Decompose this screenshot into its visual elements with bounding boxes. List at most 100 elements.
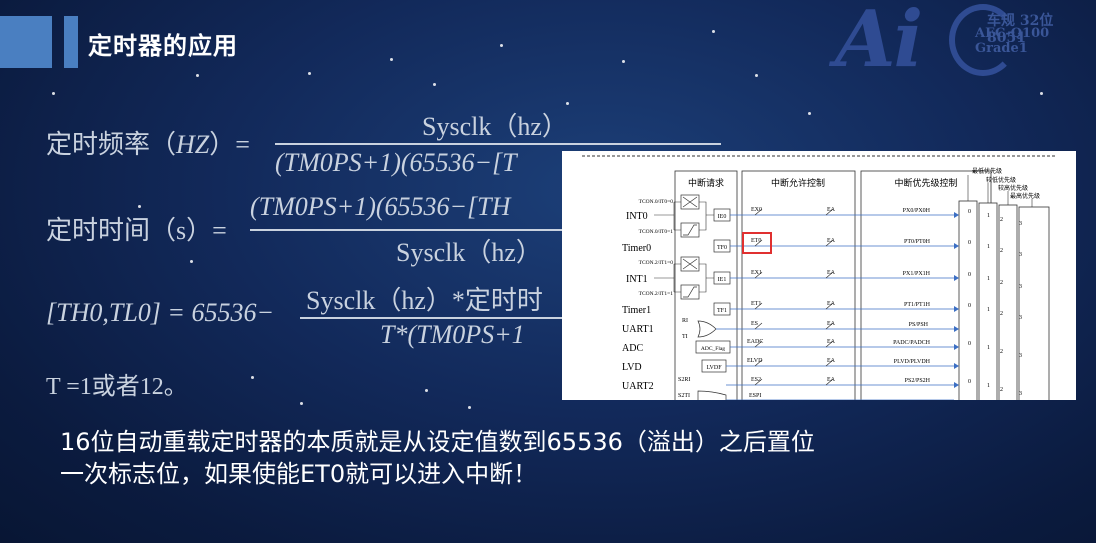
- formula-freq-var: HZ: [176, 130, 210, 159]
- level-num-3: 3: [1019, 284, 1022, 290]
- ea-label: EA: [827, 377, 836, 383]
- star: [300, 402, 303, 405]
- or-input-ti: TI: [682, 334, 688, 340]
- or-input-ri: RI: [682, 318, 688, 324]
- enable-labels: EX0 ET0 EX1 ET1 ES EADC ELVD ES2 ESPI: [747, 207, 763, 399]
- ea-labels: EA EA EA EA EA EA EA EA: [827, 207, 836, 383]
- arrow-icon: [954, 275, 959, 281]
- level-box-2: [998, 204, 1018, 400]
- summary-text: 16位自动重载定时器的本质就是从设定值数到65536（溢出）之后置位 一次标志位…: [60, 426, 980, 490]
- flag-adc: ADC_Flag: [701, 346, 725, 352]
- priority-bit-labels: PX0/PX0H PT0/PT0H PX1/PX1H PT1/PT1H PS/P…: [893, 208, 931, 384]
- level-num-2: 2: [1000, 248, 1003, 254]
- level-num-2: 2: [1000, 280, 1003, 286]
- level-box-1: [978, 202, 998, 400]
- level-num-1: 1: [987, 345, 990, 351]
- star: [190, 260, 193, 263]
- interrupt-structure-diagram: 中断请求 中断允许控制 中断优先级控制 最低优先级 较低优先级 较高优先级 最高…: [562, 151, 1076, 400]
- source-int1: INT1: [626, 274, 648, 285]
- tcon-label-it0-0: TCON.0/IT0=0: [639, 199, 674, 205]
- ea-label: EA: [827, 321, 836, 327]
- priority-arrows: [954, 212, 959, 388]
- enable-switches: [754, 208, 834, 386]
- interrupt-diagram-svg: 中断请求 中断允许控制 中断优先级控制 最低优先级 较低优先级 较高优先级 最高…: [582, 155, 1056, 400]
- arrow-icon: [954, 306, 959, 312]
- formula-freq-label: 定时频率（: [46, 130, 177, 159]
- level-num-0: 0: [968, 303, 971, 309]
- formula-reload-fraction-bar: [300, 317, 562, 319]
- star: [500, 44, 503, 47]
- brand-logo: Ai 车规 32位 8051 AEC-Q100 Grade1: [825, 0, 1096, 85]
- star: [433, 83, 436, 86]
- level-num-0: 0: [968, 379, 971, 385]
- tcon-label-it1-1: TCON.2/IT1=1: [639, 291, 674, 297]
- header-priority: 中断优先级控制: [894, 177, 957, 188]
- formula-freq-close: ）=: [209, 130, 250, 159]
- priority-plvd: PLVD/PLVDH: [894, 359, 931, 365]
- star: [622, 60, 625, 63]
- tcon-label-it0-1: TCON.0/IT0=1: [639, 229, 674, 235]
- level-num-1: 1: [987, 276, 990, 282]
- formula-time-numerator: (TM0PS+1)(65536−[TH: [250, 192, 511, 221]
- level-num-2: 2: [1000, 217, 1003, 223]
- star: [138, 205, 141, 208]
- ea-label: EA: [827, 301, 836, 307]
- arrow-icon: [954, 326, 959, 332]
- formula-time-fraction-bar: [250, 229, 562, 231]
- source-int0: INT0: [626, 211, 648, 222]
- level-num-3: 3: [1019, 315, 1022, 321]
- star: [425, 389, 428, 392]
- header-block-small: [64, 16, 78, 68]
- logo-line2: AEC-Q100 Grade1: [975, 26, 1050, 56]
- arrow-icon: [954, 212, 959, 218]
- priority-px1: PX1/PX1H: [903, 271, 931, 277]
- ea-label: EA: [827, 238, 836, 244]
- or-gate-uart2-icon: [697, 390, 727, 400]
- priority-ps2: PS2/PS2H: [905, 378, 931, 384]
- formula-reload-denominator: T*(TM0PS+1: [380, 320, 525, 349]
- logo-mark: Ai: [835, 0, 923, 85]
- or-input-s2ri: S2RI: [678, 377, 690, 383]
- flag-tf0: TF0: [717, 245, 727, 251]
- star: [196, 74, 199, 77]
- priority-label-highest: 最高优先级: [1010, 192, 1040, 200]
- priority-ps: PS/PSH: [909, 322, 929, 328]
- source-uart2: UART2: [622, 381, 654, 392]
- level-num-0: 0: [968, 341, 971, 347]
- priority-px0: PX0/PX0H: [903, 208, 931, 214]
- header-block-large: [0, 16, 52, 68]
- source-uart1: UART1: [622, 324, 654, 335]
- star: [566, 102, 569, 105]
- formula-time-label: 定时时间（s）=: [46, 216, 227, 245]
- star: [808, 112, 811, 115]
- arrow-icon: [954, 363, 959, 369]
- priority-pt0: PT0/PT0H: [904, 239, 931, 245]
- flag-lvd: LVDF: [706, 365, 722, 371]
- level-num-0: 0: [968, 209, 971, 215]
- priority-label-low: 较低优先级: [986, 176, 1016, 184]
- star: [712, 30, 715, 33]
- level-num-2: 2: [1000, 311, 1003, 317]
- level-num-3: 3: [1019, 353, 1022, 359]
- star: [52, 92, 55, 95]
- ea-label: EA: [827, 358, 836, 364]
- source-lvd: LVD: [622, 362, 642, 373]
- level-num-3: 3: [1019, 221, 1022, 227]
- summary-line-1: 16位自动重载定时器的本质就是从设定值数到65536（溢出）之后置位: [60, 428, 815, 456]
- enable-espi: ESPI: [749, 393, 761, 399]
- level-num-1: 1: [987, 213, 990, 219]
- formula-reload-lhs: [TH0,TL0] = 65536−: [46, 298, 274, 327]
- star: [755, 74, 758, 77]
- priority-label-lowest: 最低优先级: [972, 167, 1002, 175]
- flag-ie1: IE1: [718, 277, 727, 283]
- priority-pt1: PT1/PT1H: [904, 302, 931, 308]
- level-num-3: 3: [1019, 252, 1022, 258]
- formula-freq-numerator: Sysclk（hz）: [422, 112, 568, 141]
- formula-t-value: T =1或者12。: [46, 374, 188, 400]
- priority-padc: PADC/PADCH: [893, 340, 931, 346]
- flag-tf1: TF1: [717, 308, 727, 314]
- level-num-3: 3: [1019, 391, 1022, 397]
- enable-es2: ES2: [751, 377, 761, 383]
- level-num-2: 2: [1000, 387, 1003, 393]
- formula-freq-fraction-bar: [275, 143, 721, 145]
